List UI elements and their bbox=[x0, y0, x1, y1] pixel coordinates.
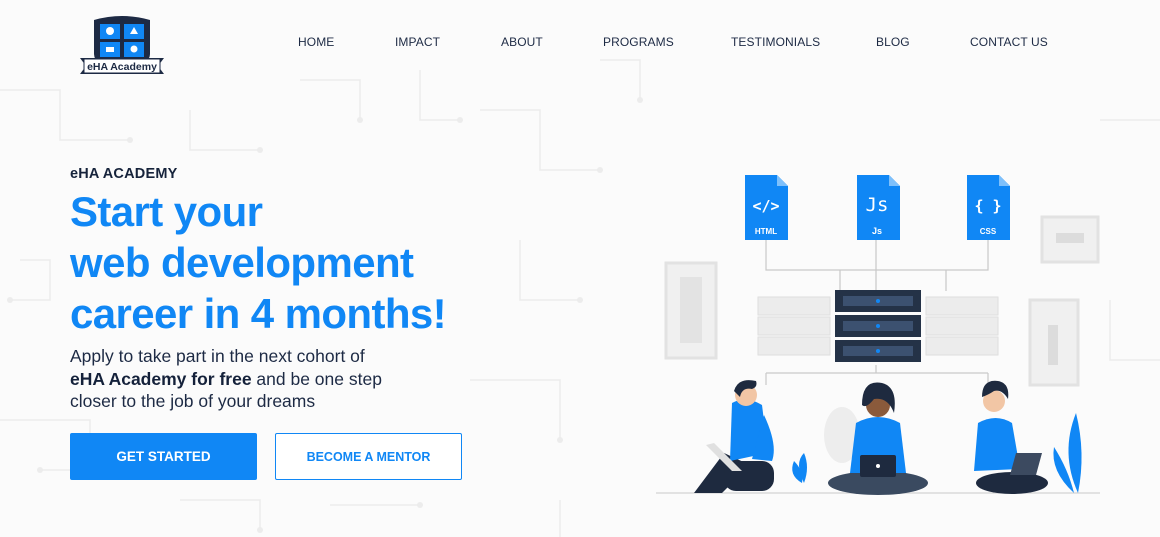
nav-programs[interactable]: PROGRAMS bbox=[603, 35, 674, 49]
html-file-glyph: </> bbox=[752, 197, 779, 215]
hero-section: eHA ACADEMY Start your web development c… bbox=[70, 166, 447, 413]
person-left bbox=[694, 380, 774, 493]
desc-line-3: closer to the job of your dreams bbox=[70, 391, 316, 411]
css-file-label: CSS bbox=[980, 227, 997, 236]
css-file-icon: { } CSS bbox=[967, 175, 1010, 240]
get-started-button[interactable]: GET STARTED bbox=[70, 433, 257, 480]
desc-line-1: Apply to take part in the next cohort of bbox=[70, 346, 365, 366]
hero-title: Start your web development career in 4 m… bbox=[70, 186, 447, 339]
desc-bold: eHA Academy for free bbox=[70, 368, 252, 389]
hero-description: Apply to take part in the next cohort of… bbox=[70, 345, 430, 413]
js-file-glyph: Js bbox=[866, 194, 889, 216]
logo-text: eHA Academy bbox=[87, 61, 157, 73]
hero-eyebrow: eHA ACADEMY bbox=[70, 166, 178, 182]
nav-testimonials[interactable]: TESTIMONIALS bbox=[731, 35, 820, 49]
hero-title-line-3: career in 4 months! bbox=[70, 290, 447, 337]
nav-impact[interactable]: IMPACT bbox=[395, 35, 440, 49]
nav-contact-us[interactable]: CONTACT US bbox=[970, 35, 1048, 49]
nav-home[interactable]: HOME bbox=[298, 35, 334, 49]
css-file-glyph: { } bbox=[974, 197, 1001, 215]
html-file-icon: </> HTML bbox=[745, 175, 788, 240]
nav-blog[interactable]: BLOG bbox=[876, 35, 910, 49]
plant-left bbox=[792, 453, 807, 483]
desc-line-2: and be one step bbox=[251, 368, 382, 389]
nav-about[interactable]: ABOUT bbox=[501, 35, 543, 49]
main-nav: HOME IMPACT ABOUT PROGRAMS TESTIMONIALS … bbox=[0, 35, 1160, 49]
plant-right bbox=[1053, 413, 1082, 493]
js-file-icon: Js Js bbox=[857, 175, 900, 240]
html-file-label: HTML bbox=[755, 227, 777, 236]
hero-illustration: </> HTML Js Js { } CSS bbox=[656, 175, 1100, 495]
person-right bbox=[974, 380, 1048, 494]
server-rack bbox=[835, 290, 921, 362]
hero-title-line-2: web development bbox=[70, 239, 414, 286]
become-mentor-button[interactable]: BECOME A MENTOR bbox=[275, 433, 462, 480]
js-file-label: Js bbox=[872, 226, 882, 236]
hero-title-line-1: Start your bbox=[70, 188, 263, 235]
